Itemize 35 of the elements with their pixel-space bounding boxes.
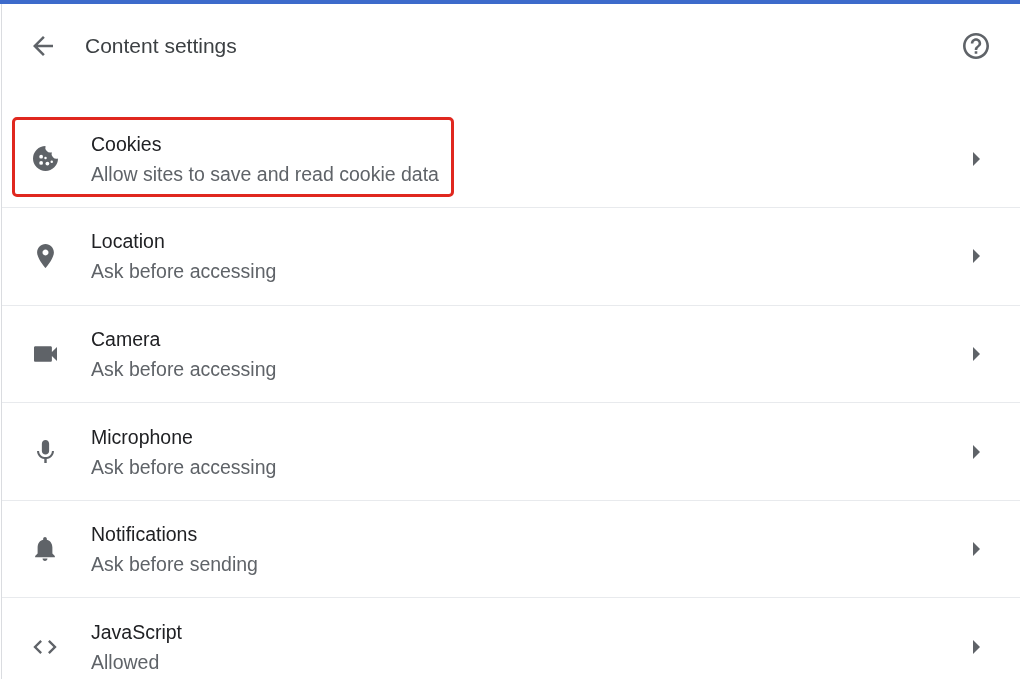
back-button[interactable] [33,36,53,56]
code-brackets-icon [33,639,57,654]
setting-title: Notifications [91,522,198,548]
setting-title: Microphone [91,424,193,450]
settings-row[interactable]: Notifications Ask before sending [2,500,1020,599]
setting-description: Ask before accessing [91,357,277,382]
caret-right-icon [973,347,980,361]
setting-description: Ask before sending [91,552,258,578]
setting-description: Ask before accessing [91,259,277,285]
caret-right-icon [973,249,980,264]
back-arrow-icon [33,36,53,56]
bell-icon [35,537,55,562]
setting-description: Allow sites to save and read cookie data [91,161,439,187]
setting-title: Camera [91,327,161,352]
settings-row[interactable]: Camera Ask before accessing [2,305,1020,404]
setting-title: Cookies [91,131,162,157]
settings-row[interactable]: Location Ask before accessing [2,208,1020,306]
location-pin-icon [36,244,54,269]
page-title: Content settings [85,34,238,58]
setting-description: Ask before accessing [91,454,277,480]
caret-right-icon [973,444,980,459]
setting-title: JavaScript [91,619,183,645]
microphone-icon [36,440,54,464]
settings-row[interactable]: Microphone Ask before accessing [2,403,1020,501]
setting-title: Location [91,229,165,255]
help-button[interactable] [963,33,989,59]
help-icon [963,33,989,59]
caret-right-icon [973,542,980,557]
caret-right-icon [973,151,980,166]
video-camera-icon [33,346,57,362]
caret-right-icon [973,639,980,654]
settings-row[interactable]: JavaScript Allowed [2,598,1020,679]
settings-row[interactable]: Cookies Allow sites to save and read cookie data [2,110,1020,209]
setting-description: Allowed [91,649,160,675]
cookie-icon [32,146,58,172]
